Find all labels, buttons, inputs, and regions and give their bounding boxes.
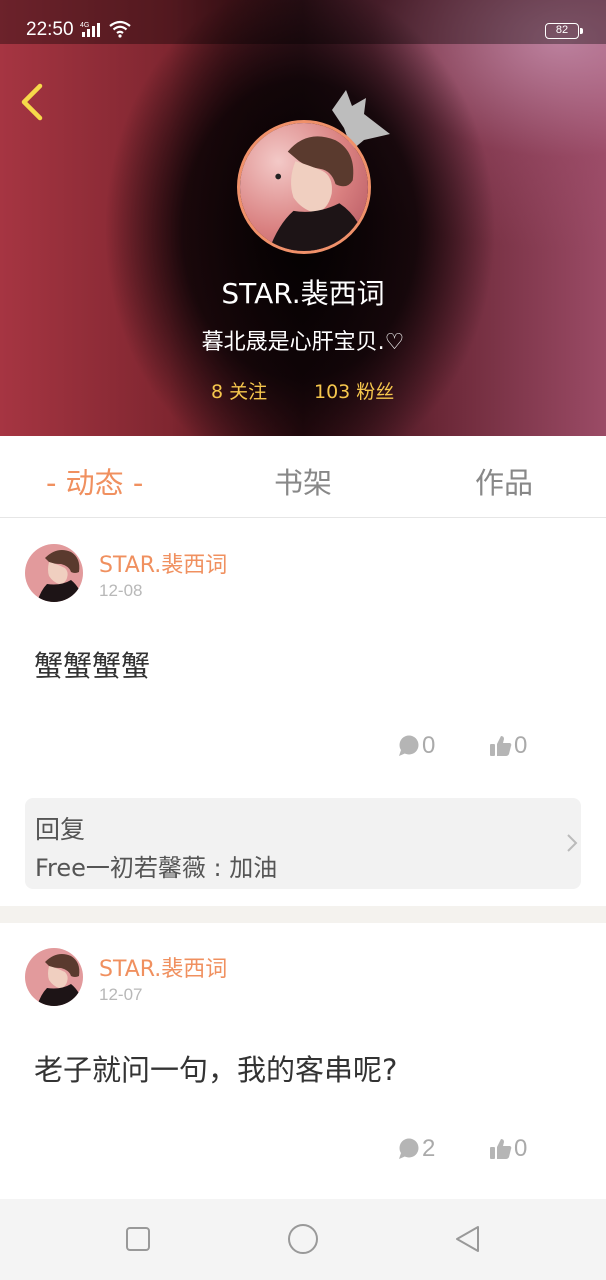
profile-header: 22:50 4G 82 STAR.裴西词 暮北晟是心肝宝贝.♡ 8 关注 103…	[0, 0, 606, 436]
post-author-avatar[interactable]	[25, 544, 83, 602]
reply-text: Free一初若馨薇 : 加油	[35, 854, 278, 882]
back-icon[interactable]	[452, 1223, 484, 1255]
status-bar: 22:50 4G 82	[0, 0, 606, 44]
thumbs-up-icon	[490, 736, 512, 756]
profile-avatar[interactable]	[237, 120, 371, 254]
post-actions: 0 0	[0, 732, 606, 762]
post-actions: 2 0	[0, 1135, 606, 1165]
thumbs-up-icon	[490, 1139, 512, 1159]
reply-title: 回复	[35, 815, 86, 844]
system-nav-bar	[0, 1199, 606, 1280]
profile-tabs: - 动态 - 书架 作品	[0, 436, 606, 518]
post-item[interactable]: STAR.裴西词 12-07 老子就问一句，我的客串呢? 2 0	[0, 923, 606, 1199]
status-time: 22:50	[26, 19, 74, 40]
post-separator	[0, 906, 606, 923]
battery-level: 82	[555, 24, 569, 36]
tab-works[interactable]: 作品	[475, 460, 533, 502]
comment-button[interactable]: 2	[397, 1135, 435, 1163]
comment-button[interactable]: 0	[397, 732, 435, 760]
like-button[interactable]: 0	[489, 1135, 527, 1163]
post-date: 12-07	[99, 985, 143, 1004]
following-count[interactable]: 8 关注	[211, 377, 267, 404]
comment-count: 0	[422, 732, 436, 759]
avatar-image	[25, 948, 83, 1006]
post-item[interactable]: STAR.裴西词 12-08 蟹蟹蟹蟹 0 0 回复 Free一初若馨薇 : 加…	[0, 519, 606, 906]
reply-preview[interactable]: 回复 Free一初若馨薇 : 加油	[25, 798, 581, 889]
post-date: 12-08	[99, 581, 143, 600]
tab-activity[interactable]: - 动态 -	[46, 460, 143, 502]
comment-icon	[399, 735, 419, 756]
post-content: 蟹蟹蟹蟹	[34, 649, 151, 683]
post-author[interactable]: STAR.裴西词	[99, 547, 227, 579]
profile-name: STAR.裴西词	[221, 277, 385, 310]
post-author[interactable]: STAR.裴西词	[99, 951, 227, 983]
chevron-right-icon	[567, 834, 578, 852]
profile-bio: 暮北晟是心肝宝贝.♡	[201, 330, 405, 355]
comment-icon	[399, 1138, 419, 1159]
battery-icon: 82	[545, 23, 579, 39]
wifi-icon	[109, 20, 131, 38]
avatar-image	[240, 123, 368, 251]
recent-apps-icon[interactable]	[122, 1223, 154, 1255]
like-count: 0	[514, 732, 528, 759]
comment-count: 2	[422, 1135, 436, 1162]
tab-bookshelf[interactable]: 书架	[274, 460, 332, 502]
post-author-avatar[interactable]	[25, 948, 83, 1006]
battery-tip	[580, 28, 583, 34]
home-icon[interactable]	[287, 1223, 319, 1255]
avatar-image	[25, 544, 83, 602]
like-button[interactable]: 0	[489, 732, 527, 760]
network-type: 4G	[80, 22, 89, 29]
signal-icon: 4G	[80, 22, 100, 37]
followers-count[interactable]: 103 粉丝	[314, 377, 394, 404]
back-arrow-icon[interactable]	[14, 80, 54, 124]
like-count: 0	[514, 1135, 528, 1162]
post-content: 老子就问一句，我的客串呢?	[34, 1053, 398, 1087]
